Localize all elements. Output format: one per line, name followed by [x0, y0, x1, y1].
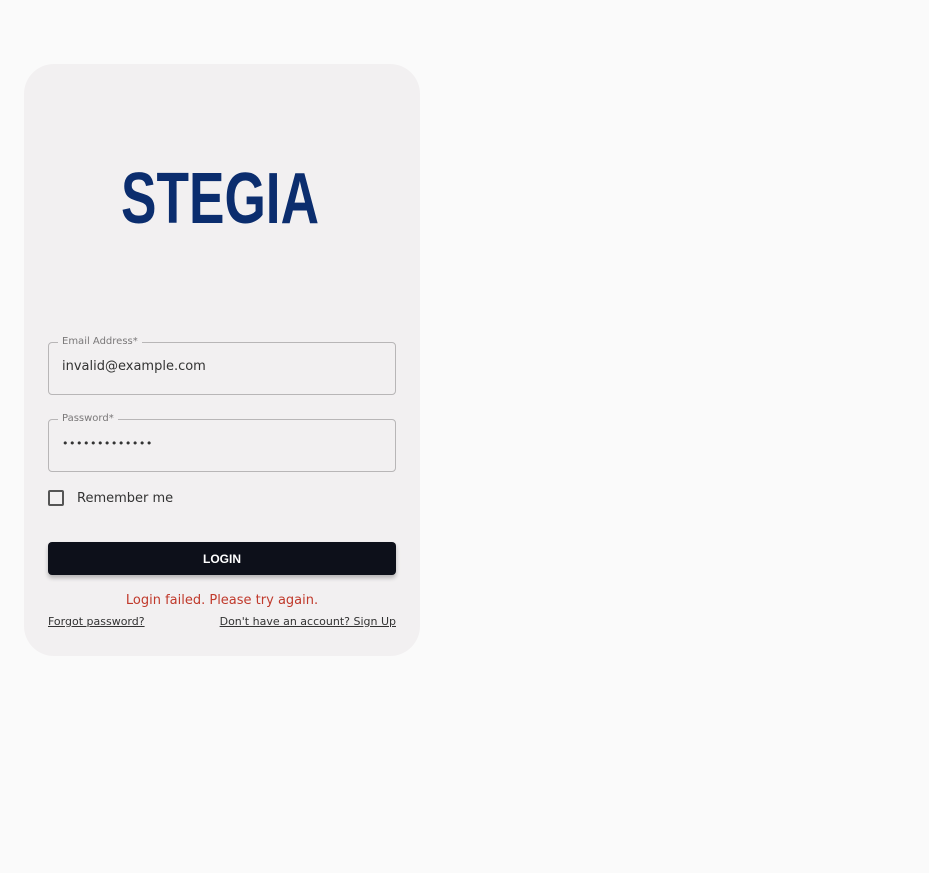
- svg-text:STEGIA: STEGIA: [121, 160, 319, 230]
- password-field-label: Password*: [58, 412, 118, 426]
- remember-me[interactable]: Remember me: [48, 490, 173, 506]
- login-card: STEGIA Email Address* invalid@example.co…: [24, 64, 420, 656]
- error-message: Login failed. Please try again.: [125, 593, 319, 608]
- login-button[interactable]: LOGIN: [48, 542, 396, 575]
- remember-me-label[interactable]: Remember me: [77, 491, 173, 506]
- remember-me-checkbox[interactable]: [48, 490, 64, 506]
- password-field[interactable]: Password* •••••••••••••: [48, 412, 396, 472]
- stegia-logo: STEGIA: [121, 160, 319, 230]
- forgot-password-link[interactable]: Forgot password?: [48, 615, 145, 628]
- signup-link[interactable]: Don't have an account? Sign Up: [220, 615, 396, 628]
- email-field[interactable]: Email Address* invalid@example.com: [48, 335, 396, 395]
- email-field-label: Email Address*: [58, 335, 142, 349]
- password-value[interactable]: •••••••••••••: [62, 437, 153, 450]
- email-value[interactable]: invalid@example.com: [62, 359, 206, 374]
